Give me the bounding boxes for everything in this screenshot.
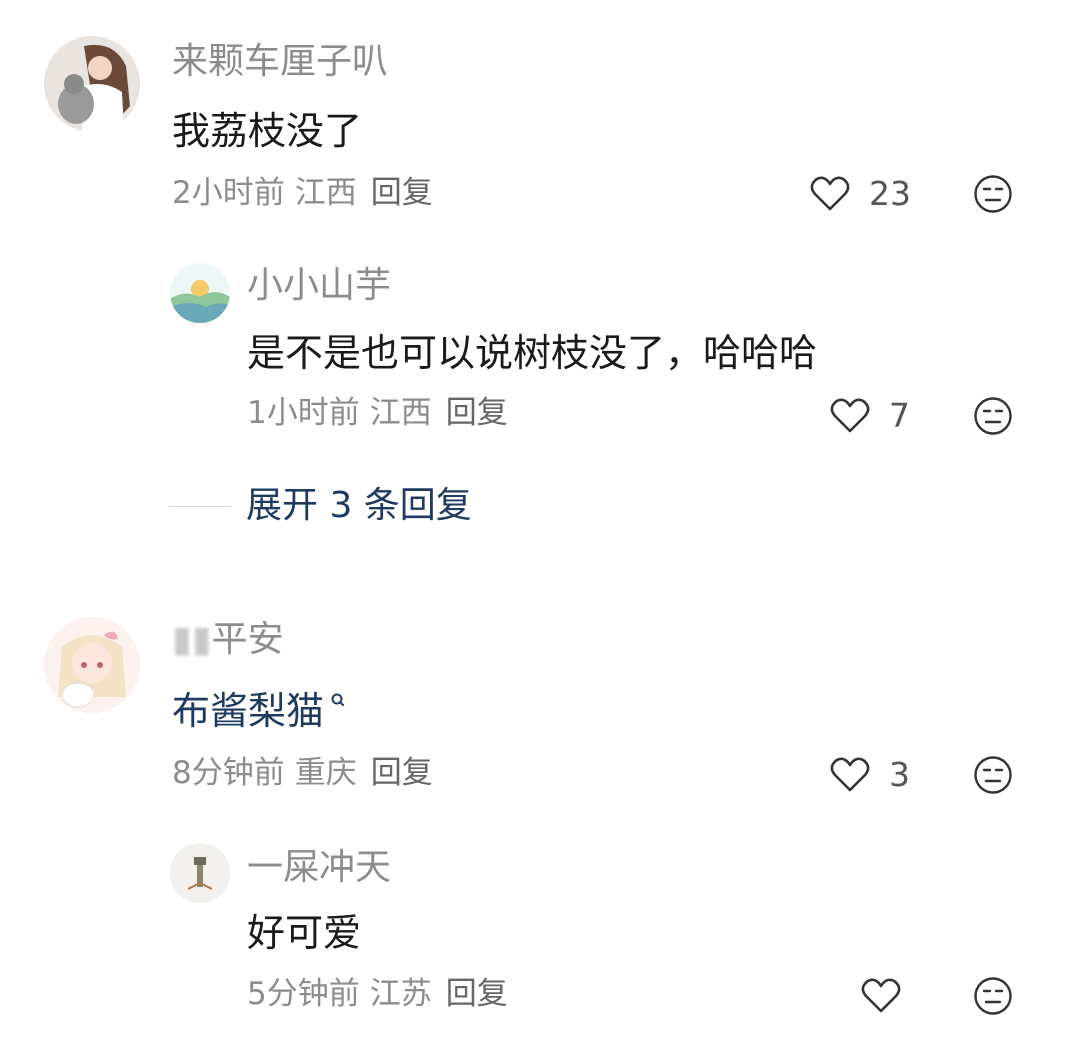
neutral-face-icon[interactable] — [973, 976, 1013, 1016]
avatar[interactable] — [44, 36, 140, 132]
avatar[interactable] — [44, 617, 140, 713]
like-count: 7 — [889, 395, 910, 435]
comment-text-link[interactable]: 布酱梨猫 — [172, 692, 346, 730]
reply-time: 5分钟前 — [247, 976, 360, 1012]
expand-replies-button[interactable]: 展开 3 条回复 — [170, 488, 472, 524]
reply-author[interactable]: 小小山芋 — [247, 268, 391, 304]
avatar[interactable] — [170, 843, 230, 903]
reply-meta: 1小时前 江西 回复 — [247, 398, 508, 429]
avatar[interactable] — [170, 263, 230, 323]
comment-time: 8分钟前 — [172, 755, 285, 791]
neutral-face-icon[interactable] — [973, 174, 1013, 214]
like-button[interactable] — [860, 976, 902, 1014]
search-icon — [331, 693, 345, 706]
heart-outline-icon — [861, 978, 901, 1013]
reply-text: 是不是也可以说树枝没了，哈哈哈 — [247, 331, 818, 375]
reply-time: 1小时前 — [247, 395, 360, 431]
name-emoji-blurred: ▮▮ — [172, 619, 212, 660]
reply-location: 江苏 — [369, 976, 432, 1012]
like-button[interactable]: 3 — [829, 755, 910, 793]
reply-text: 好可爱 — [247, 911, 362, 955]
divider — [170, 505, 230, 507]
like-count: 3 — [889, 754, 910, 794]
comment-meta: 2小时前 江西 回复 — [172, 178, 433, 209]
reply-location: 江西 — [369, 395, 432, 431]
reply-button[interactable]: 回复 — [371, 755, 433, 791]
neutral-face-icon[interactable] — [973, 396, 1013, 436]
reply-meta: 5分钟前 江苏 回复 — [247, 979, 508, 1010]
like-button[interactable]: 7 — [829, 396, 910, 434]
heart-outline-icon — [830, 398, 870, 433]
comment-time: 2小时前 — [172, 175, 285, 211]
like-button[interactable]: 23 — [809, 174, 911, 212]
reply-button[interactable]: 回复 — [446, 395, 508, 431]
reply-button[interactable]: 回复 — [446, 976, 508, 1012]
expand-replies-label: 展开 3 条回复 — [246, 485, 472, 526]
comment-location: 重庆 — [294, 755, 357, 791]
reply-button[interactable]: 回复 — [371, 175, 433, 211]
comment-text: 我荔枝没了 — [172, 109, 363, 153]
like-count: 23 — [869, 173, 911, 213]
heart-outline-icon — [830, 757, 870, 792]
reply-author[interactable]: 一屎冲天 — [247, 850, 391, 886]
heart-outline-icon — [810, 176, 850, 211]
comment-meta: 8分钟前 重庆 回复 — [172, 758, 433, 789]
neutral-face-icon[interactable] — [973, 755, 1013, 795]
comment-location: 江西 — [294, 175, 357, 211]
comment-author[interactable]: 来颗车厘子叭 — [172, 44, 388, 80]
comment-author[interactable]: ▮▮平安 — [172, 622, 284, 658]
